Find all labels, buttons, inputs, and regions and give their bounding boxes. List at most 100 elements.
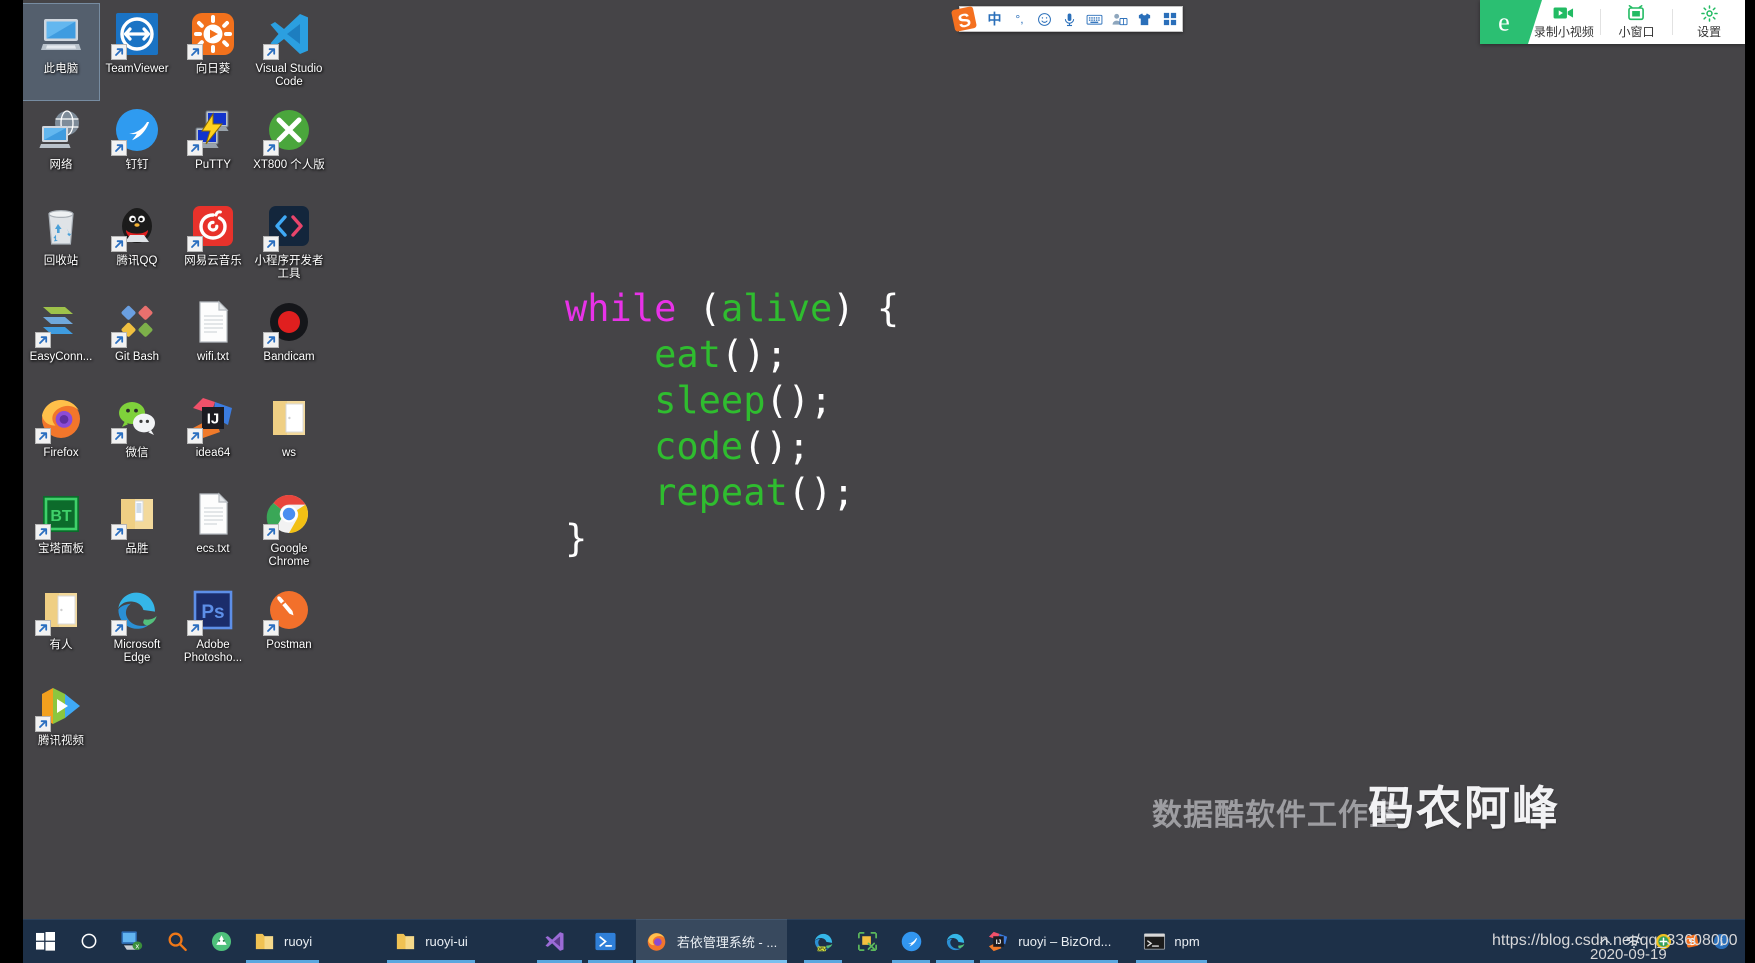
desktop-icon-label: 此电脑 <box>43 63 79 75</box>
desktop-icon-easyconnect[interactable]: EasyConn... <box>23 292 99 388</box>
xt800-icon <box>263 106 313 156</box>
dingtalk-icon <box>111 106 161 156</box>
ime-soft-keyboard-icon[interactable] <box>1082 6 1107 32</box>
mini-window-button[interactable]: 小窗口 <box>1601 0 1673 44</box>
desktop-icon-git-bash[interactable]: Git Bash <box>99 292 175 388</box>
taskbar-item-ruoyi-ui[interactable]: ruoyi-ui <box>384 919 478 963</box>
desktop-icon-this-pc[interactable]: 此电脑 <box>22 3 100 101</box>
shortcut-arrow-icon <box>263 620 279 636</box>
desktop-icon-folder-docs[interactable]: 品胜 <box>99 484 175 580</box>
firefox-icon <box>644 928 670 954</box>
desktop-icon-dingtalk[interactable]: 钉钉 <box>99 100 175 196</box>
desktop-icon-intellij-idea[interactable]: IJ idea64 <box>175 388 251 484</box>
taskbar-item-label: ruoyi-ui <box>425 933 468 949</box>
desktop-icon-folder-open[interactable]: 有人 <box>23 580 99 676</box>
desktop-icon-baota-panel[interactable]: BT 宝塔面板 <box>23 484 99 580</box>
desktop-icon-network[interactable]: 网络 <box>23 100 99 196</box>
shortcut-arrow-icon <box>111 524 127 540</box>
code-token: (); <box>743 425 811 468</box>
search-button[interactable] <box>155 919 199 963</box>
svg-text:Ps: Ps <box>201 602 224 623</box>
ime-emoji-picker[interactable] <box>1032 6 1057 32</box>
desktop-icon-chrome[interactable]: Google Chrome <box>251 484 327 580</box>
desktop-icon-row: EasyConn... Git Bash wifi.txt Bandicam <box>23 292 343 388</box>
browser-e-logo-icon: e <box>1480 0 1542 44</box>
wechat-devtools-icon <box>263 202 313 252</box>
desktop-icon-folder-open[interactable]: ws <box>251 388 327 484</box>
code-token: eat <box>654 333 721 376</box>
bandicam-icon <box>263 298 313 348</box>
ime-toolbox-icon[interactable] <box>1107 6 1132 32</box>
text-file-icon <box>189 298 237 346</box>
desktop-icon-wechat-devtools[interactable]: 小程序开发者工具 <box>251 196 327 292</box>
desktop-icon-firefox[interactable]: Firefox <box>23 388 99 484</box>
desktop-icon-label: Bandicam <box>263 351 315 363</box>
taskbar-item-npm[interactable]: npm <box>1133 919 1209 963</box>
ime-language-mode[interactable]: 中 <box>982 6 1007 32</box>
taskbar-item-powershell[interactable] <box>585 919 636 963</box>
ime-skin-shirt-icon[interactable] <box>1132 6 1157 32</box>
screen-bezel-left <box>0 0 23 963</box>
desktop-icon-sunflower-remote[interactable]: 向日葵 <box>175 4 251 100</box>
taskbar-item-dingtalk[interactable] <box>889 919 933 963</box>
desktop-icon-label: Microsoft Edge <box>113 639 161 664</box>
this-pc-icon <box>37 10 85 58</box>
taskbar-item-vscode[interactable] <box>534 919 585 963</box>
postman-icon <box>263 586 313 636</box>
intellij-idea-icon: IJ <box>187 394 237 444</box>
desktop-icon-xt800[interactable]: XT800 个人版 <box>251 100 327 196</box>
text-file-icon <box>189 490 237 538</box>
desktop-icon-photoshop[interactable]: Ps Adobe Photosho... <box>175 580 251 676</box>
studio-watermark: 数据酷软件工作室 <box>1152 798 1400 833</box>
task-view-button[interactable]: x <box>111 919 155 963</box>
recycle-bin-icon <box>37 202 85 250</box>
taskbar-item-ruoyi[interactable]: ruoyi <box>243 919 322 963</box>
cortana-button[interactable] <box>67 919 111 963</box>
taskbar-item-edge[interactable] <box>933 919 977 963</box>
code-line: while (alive) { <box>565 286 899 332</box>
desktop-icon-edge[interactable]: Microsoft Edge <box>99 580 175 676</box>
desktop-icon-postman[interactable]: Postman <box>251 580 327 676</box>
sogou-ime-toolbar[interactable]: S 中 °, <box>951 6 1183 33</box>
desktop-icon-tencent-video[interactable]: 腾讯视频 <box>23 676 99 772</box>
desktop-icon-row: 有人 Microsoft Edge Ps Adobe Photosho... Postm… <box>23 580 343 676</box>
code-line: sleep(); <box>565 378 899 424</box>
ime-more-grid-icon[interactable] <box>1157 6 1182 32</box>
desktop-icon-row: BT 宝塔面板 品胜 ecs.txt Google Chrome <box>23 484 343 580</box>
desktop-icon-teamviewer[interactable]: TeamViewer <box>99 4 175 100</box>
taskbar-item-edge-dev[interactable]: DEV <box>801 919 845 963</box>
wallpaper-code-text: while (alive) { eat(); sleep(); code(); … <box>565 286 899 562</box>
desktop-icon-wechat[interactable]: 微信 <box>99 388 175 484</box>
settings-button[interactable]: 设置 <box>1673 0 1745 44</box>
mini-window-icon <box>1627 5 1646 22</box>
screen-recorder-overlay[interactable]: e 录制小视频 小窗口 设置 <box>1480 0 1745 44</box>
code-token: } <box>565 517 588 560</box>
desktop-icon-bandicam[interactable]: Bandicam <box>251 292 327 388</box>
screen-bezel-right <box>1745 0 1755 963</box>
date-watermark: 2020-09-19 <box>1590 946 1667 963</box>
desktop-icon-putty[interactable]: PuTTY <box>175 100 251 196</box>
android-studio-button[interactable] <box>199 919 243 963</box>
desktop-icon-text-file[interactable]: ecs.txt <box>175 484 251 580</box>
shortcut-arrow-icon <box>111 620 127 636</box>
ime-voice-input-icon[interactable] <box>1057 6 1082 32</box>
ime-punctuation-mode[interactable]: °, <box>1007 6 1032 32</box>
desktop-icon-text-file[interactable]: wifi.txt <box>175 292 251 388</box>
chrome-icon <box>263 490 313 540</box>
svg-text:IJ: IJ <box>995 938 1001 945</box>
desktop-icon-netease-music[interactable]: 网易云音乐 <box>175 196 251 292</box>
desktop-icon-recycle-bin[interactable]: 回收站 <box>23 196 99 292</box>
powershell-icon <box>593 928 619 954</box>
start-button[interactable] <box>23 919 67 963</box>
svg-text:BT: BT <box>50 508 72 525</box>
desktop-icon-vscode[interactable]: Visual Studio Code <box>251 4 327 100</box>
taskbar-item-snip-tool[interactable] <box>845 919 889 963</box>
desktop-icon-label: 回收站 <box>43 255 79 267</box>
taskbar-item-intellij-ruoyi[interactable]: IJ ruoyi – BizOrd... <box>977 919 1121 963</box>
sogou-logo-icon[interactable]: S <box>948 3 980 35</box>
taskbar-item-firefox-ruoyi[interactable]: 若依管理系统 - ... <box>635 919 788 963</box>
code-token: (); <box>765 379 833 422</box>
desktop-icon-tencent-qq[interactable]: 腾讯QQ <box>99 196 175 292</box>
desktop-icon-label: 微信 <box>125 447 149 459</box>
